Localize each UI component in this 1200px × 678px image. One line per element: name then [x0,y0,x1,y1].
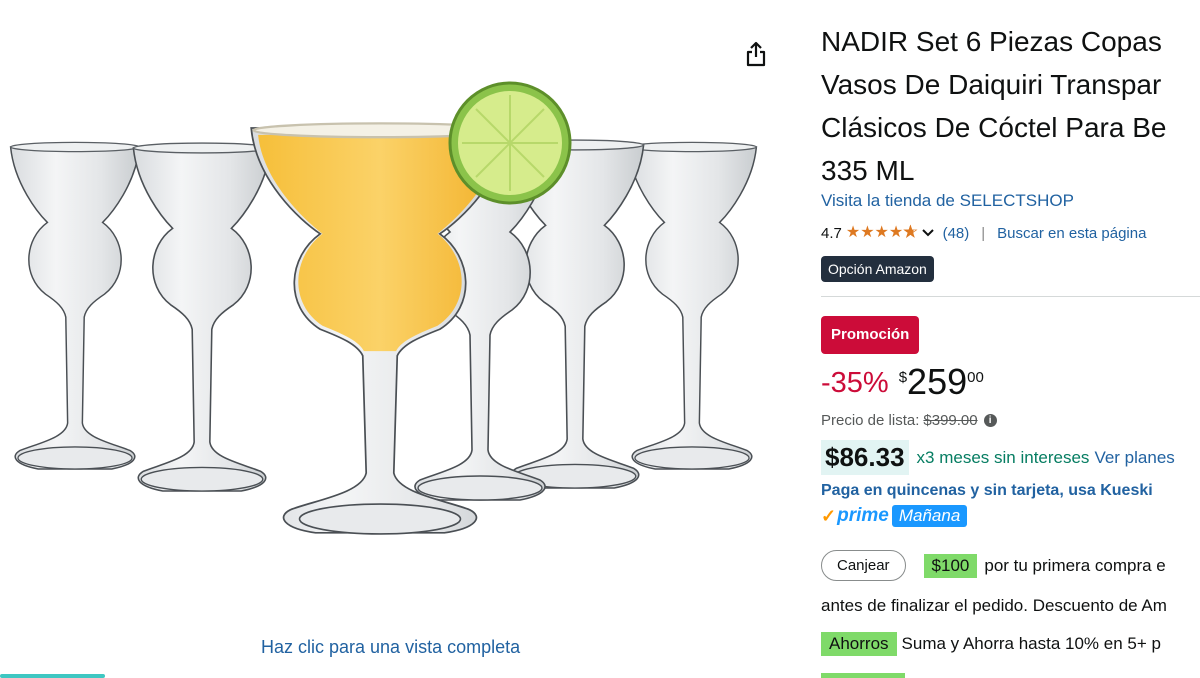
star-rating[interactable]: ★ ★ ★ ★ ★ [845,224,918,241]
review-count-link[interactable]: (48) [943,225,970,242]
current-price: $ 259 00 [899,362,984,402]
full-view-link[interactable]: Haz clic para una vista completa [261,637,520,658]
price-whole: 259 [907,361,968,402]
price-cents: 00 [967,369,984,386]
title-line: Vasos De Daiquiri Transpar [821,69,1162,100]
prime-delivery: ✓ prime Mañana [821,502,968,530]
half-star-icon: ★ [903,224,918,241]
search-page-link[interactable]: Buscar en esta página [997,225,1146,242]
star-icon: ★ [888,224,904,241]
savings-row: Ahorros Suma y Ahorra hasta 10% en 5+ p [821,632,1161,656]
promo-badge: Promoción [821,316,920,354]
chevron-down-icon[interactable] [921,225,935,242]
next-badge-peek [821,673,905,678]
delivery-badge: Mañana [891,505,968,527]
thumbnail-indicator [0,674,105,678]
product-info: NADIR Set 6 Piezas Copas Vasos De Daiqui… [821,0,1200,678]
amazon-choice-badge: Opción Amazon [821,256,934,282]
share-icon[interactable] [740,38,772,70]
star-icon: ★ [845,224,861,241]
coupon-amount-badge: $100 [923,553,978,578]
coupon-row: Canjear $100 por tu primera compra e [821,550,1166,581]
currency-symbol: $ [898,369,908,386]
title-line: Clásicos De Cóctel Para Be [821,112,1167,143]
kueski-link[interactable]: Paga en quincenas y sin tarjeta, usa Kue… [821,482,1153,500]
price-row: -35% $ 259 00 [821,362,984,402]
redeem-button[interactable]: Canjear [821,550,906,581]
list-price: $399.00 [923,412,978,429]
star-icon: ★ [874,224,889,241]
installment-text: x3 meses sin intereses [916,447,1090,467]
list-price-label: Precio de lista: [821,412,920,429]
savings-text[interactable]: Suma y Ahorra hasta 10% en 5+ p [902,634,1161,654]
check-icon: ✓ [821,505,837,526]
product-title: NADIR Set 6 Piezas Copas Vasos De Daiqui… [821,20,1166,192]
coupon-text-line2: antes de finalizar el pedido. Descuento … [821,596,1167,615]
title-line: NADIR Set 6 Piezas Copas [821,26,1162,57]
installment-plans-link[interactable]: Ver planes [1094,448,1174,468]
title-line: 335 ML [821,155,915,186]
installment-price: $86.33 [821,440,909,475]
info-icon[interactable]: i [983,414,997,427]
discount-percent: -35% [821,367,889,399]
savings-badge: Ahorros [821,632,897,656]
prime-logo: prime [837,505,889,526]
installment-row: $86.33 x3 meses sin intereses Ver planes [821,440,1175,475]
rating-row: 4.7 ★ ★ ★ ★ ★ (48) | Buscar en esta pági… [821,222,1146,244]
rating-value: 4.7 [821,224,842,242]
product-image[interactable] [0,80,790,570]
star-icon: ★ [860,224,875,241]
coupon-text: por tu primera compra e [984,555,1166,575]
image-gallery: Haz clic para una vista completa [0,0,790,678]
divider [821,296,1200,297]
separator: | [981,224,986,242]
list-price-row: Precio de lista: $399.00 i [821,412,997,429]
store-link[interactable]: Visita la tienda de SELECTSHOP [821,191,1074,211]
